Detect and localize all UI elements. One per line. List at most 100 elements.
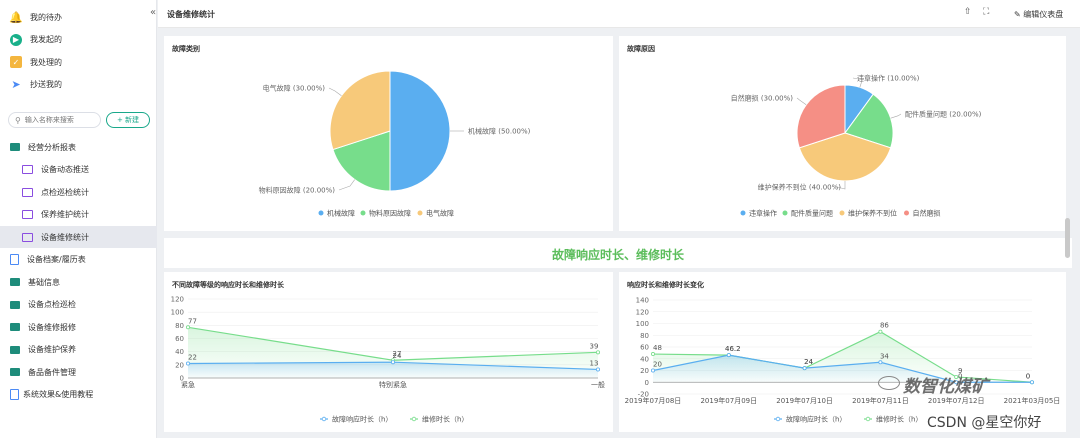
play-icon: ▶ [10,33,22,46]
sidebar-item-label: 抄送我的 [30,80,62,89]
duration-trend-card: 响应时长和维修时长变化 -20 0 20 40 60 80 100 120 140 2019年07… [619,272,1066,432]
data-label: 34 [880,352,889,360]
pie-slice-label: 自然磨损 (30.00%) [731,94,794,103]
pie-slice-label: 物料原因故障 (20.00%) [259,186,336,195]
page-title: 设备维修统计 [167,10,215,19]
pie-label-line [890,113,902,119]
data-point [595,350,600,355]
data-point [802,366,807,371]
x-tick-label: 2019年07月08日 [625,396,682,405]
data-point [1029,380,1034,385]
data-point [595,367,600,372]
sidebar-item[interactable]: 设备档案/履历表 [0,249,157,271]
y-tick-label: 20 [640,367,649,375]
legend-label: 机械故障 [327,209,355,218]
x-tick-label: 2019年07月09日 [700,396,757,405]
data-point [878,329,883,334]
legend-marker [839,210,845,216]
y-tick-label: 80 [640,332,649,340]
chart-icon [22,232,33,242]
sidebar-item[interactable]: 设备维修报修 [0,316,157,338]
legend-label: 故障响应时长（h） [786,415,846,424]
sidebar-item-label: 备品备件管理 [28,367,76,377]
pie-slice-label: 配件质量问题 (20.00%) [905,110,982,119]
send-icon: ➤ [11,78,21,91]
share-icon[interactable]: ⇧ [964,7,972,17]
edit-dashboard-label: 编辑仪表盘 [1023,10,1064,19]
legend-marker [904,210,909,216]
sidebar-item[interactable]: ✓ 我处理的 [0,51,157,73]
legend-marker [360,210,366,216]
edit-dashboard-button[interactable]: ✎ 编辑仪表盘 [1014,9,1063,20]
legend-marker [321,416,327,422]
sidebar-item-label: 经营分析报表 [28,142,76,152]
x-tick-label: 特别紧急 [379,380,407,389]
top-bar: « 设备维修统计 ⇧ ⛶ ✎ 编辑仪表盘 [150,0,1080,28]
fault-category-card: 故障类别 机械故障 (50.00%) 物料原因故障 (20.00%) 电气故障 (3… [164,36,613,231]
legend-label: 自然磨损 [913,209,941,218]
y-tick-label: 20 [175,361,184,369]
level-duration-card: 不同故障等级的响应时长和维修时长 0 20 40 60 80 100 120 紧急 特别紧急 一般… [164,272,613,432]
scrollbar-thumb[interactable] [1065,218,1070,258]
sidebar-item[interactable]: 经营分析报表 [0,136,157,158]
data-label: 24 [804,358,813,366]
legend-marker [775,416,781,422]
pie-slice-label: 违章操作 (10.00%) [857,74,920,83]
data-label: 46.2 [725,345,741,353]
legend-marker [865,416,871,422]
sidebar-item[interactable]: 设备点检巡检 [0,294,157,316]
watermark-credit: CSDN @星空你好 [927,415,1042,431]
sidebar-item[interactable]: ▶ 我发起的 [0,29,157,51]
sidebar-item[interactable]: 设备维护保养 [0,339,157,361]
y-tick-label: 40 [640,355,649,363]
doc-icon [10,389,19,400]
legend-label: 维护保养不到位 [848,209,897,218]
sidebar-item[interactable]: 基础信息 [0,271,157,293]
sidebar-item-label: 设备维修统计 [41,232,89,242]
x-tick-label: 2021年03月05日 [1004,396,1061,405]
section-banner: 故障响应时长、维修时长 [164,238,1072,268]
legend-marker [318,210,324,216]
sidebar-item[interactable]: 设备维修统计 [0,226,157,248]
sidebar-item[interactable]: 点检巡检统计 [0,181,157,203]
y-tick-label: 120 [171,296,184,304]
card-title: 响应时长和维修时长变化 [627,281,704,289]
pie-label-line [338,179,355,191]
sidebar-item[interactable]: 设备动态推送 [0,159,157,181]
data-point [390,360,395,365]
tree-search-field[interactable]: ⚲ [8,112,101,128]
data-label: 77 [188,317,197,325]
data-label: 20 [653,361,662,369]
sidebar: 🔔 我的待办 ▶ 我发起的 ✓ 我处理的 ➤ 抄送我的 ⚲ + 新建 经营分析报表设备动态推送… [0,0,157,438]
new-button[interactable]: + 新建 [106,112,150,128]
folder-icon [10,278,20,286]
sidebar-item[interactable]: ➤ 抄送我的 [0,74,157,96]
data-point [726,353,731,358]
sidebar-item[interactable]: 备品备件管理 [0,361,157,383]
watermark-brand: 数智化煤矿 [903,377,988,397]
folder-icon [10,323,20,331]
fullscreen-icon[interactable]: ⛶ [983,7,989,17]
folder-icon [10,300,20,309]
y-tick-label: 80 [175,322,184,330]
sidebar-item-label: 设备维护保养 [28,345,76,354]
folder-icon [10,368,20,376]
data-point [185,361,190,366]
level-duration-area-chart: 020406080100120紧急 特别紧急 一般77273922 2413故障响应时… [171,296,605,424]
data-label: 86 [880,322,889,330]
card-title: 故障原因 [627,45,655,53]
sidebar-item[interactable]: 系统效果&使用教程 [0,384,157,406]
data-label: 22 [188,354,197,362]
y-tick-label: 60 [640,344,649,352]
search-icon: ⚲ [15,115,21,125]
sidebar-item[interactable]: 保养维护统计 [0,204,157,226]
sidebar-item[interactable]: 🔔 我的待办 [0,6,157,28]
legend-label: 物料原因故障 [369,209,411,218]
folder-icon [10,345,20,354]
legend-label: 配件质量问题 [791,209,833,218]
tree-search-input[interactable] [24,116,95,124]
legend-marker [417,210,423,216]
wechat-logo-icon [878,376,900,390]
data-label: 13 [590,359,599,367]
collapse-sidebar-icon[interactable]: « [150,7,156,18]
